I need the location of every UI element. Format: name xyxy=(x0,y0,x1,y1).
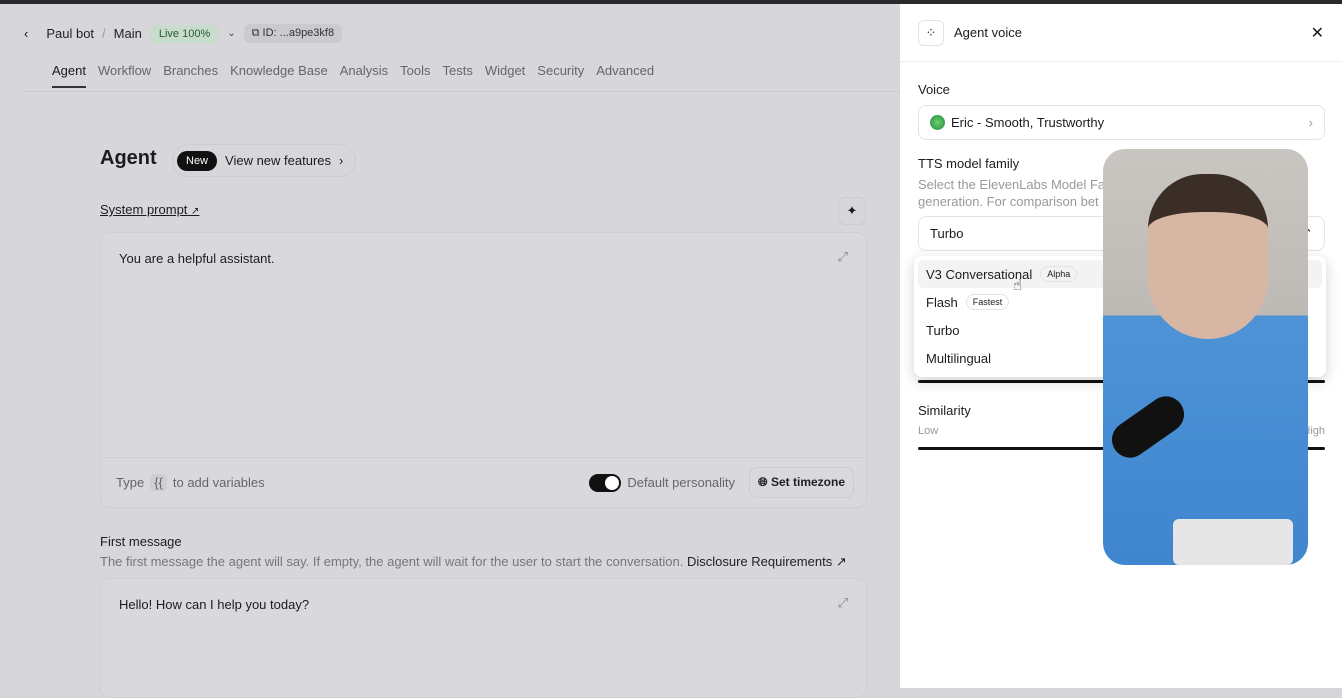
tab-branches[interactable]: Branches xyxy=(163,63,218,88)
breadcrumb-agent[interactable]: Paul bot xyxy=(46,26,94,41)
hint-prefix: Type xyxy=(116,475,145,490)
hand-cursor-icon: ☝︎ xyxy=(1013,277,1023,294)
description-text: The first message the agent will say. If… xyxy=(100,554,684,569)
tts-label: TTS model family xyxy=(918,156,1020,171)
system-prompt-text: System prompt xyxy=(100,202,188,217)
system-prompt-editor[interactable]: You are a helpful assistant. ⤢ Type {{ t… xyxy=(100,232,867,508)
tab-tests[interactable]: Tests xyxy=(442,63,472,88)
system-prompt-footer: Type {{ to add variables Default persona… xyxy=(101,457,866,507)
option-label: Turbo xyxy=(926,322,960,338)
webcam-overlay xyxy=(1103,149,1308,565)
first-message-label: First message xyxy=(100,534,182,549)
first-message-description: The first message the agent will say. If… xyxy=(100,554,847,570)
first-message-editor[interactable]: Hello! How can I help you today? ⤢ xyxy=(100,578,867,698)
globe-icon: 🌐︎ xyxy=(758,475,771,489)
option-label: Multilingual xyxy=(926,350,992,366)
set-timezone-label: Set timezone xyxy=(770,475,845,489)
chevron-right-icon: › xyxy=(339,153,344,168)
disclosure-link[interactable]: Disclosure Requirements ↗ xyxy=(687,554,847,569)
chevron-down-icon[interactable]: ⌄ xyxy=(227,28,235,39)
set-timezone-button[interactable]: 🌐︎ Set timezone xyxy=(749,467,854,498)
panel-header: ⁘ Agent voice ✕ xyxy=(900,4,1342,62)
tab-tools[interactable]: Tools xyxy=(400,63,430,88)
voice-label: Voice xyxy=(918,82,950,97)
expand-icon[interactable]: ⤢ xyxy=(838,595,848,611)
similarity-label: Similarity xyxy=(918,403,971,418)
grid-icon: ⁘ xyxy=(918,19,944,46)
live-badge: Live 100% xyxy=(149,24,220,43)
tts-description: Select the ElevenLabs Model Fa generation… xyxy=(918,176,1105,210)
new-badge: New xyxy=(177,150,218,171)
tab-analysis[interactable]: Analysis xyxy=(340,63,388,88)
similarity-low-label: Low xyxy=(918,425,939,437)
breadcrumb-separator: / xyxy=(102,26,106,41)
breadcrumb-branch[interactable]: Main xyxy=(114,26,142,41)
tab-knowledge-base[interactable]: Knowledge Base xyxy=(230,63,328,88)
view-new-features-button[interactable]: New View new features › xyxy=(172,144,357,177)
back-icon[interactable]: ‹ xyxy=(24,26,28,41)
tab-advanced[interactable]: Advanced xyxy=(596,63,654,88)
external-link-icon: ↗ xyxy=(191,206,200,217)
copy-id-chip[interactable]: ⧉ ID: ...a9pe3kf8 xyxy=(243,24,343,43)
default-personality-label: Default personality xyxy=(627,475,736,490)
new-features-label: View new features xyxy=(225,153,332,168)
system-prompt-value[interactable]: You are a helpful assistant. xyxy=(119,251,275,266)
hint-variable: {{ xyxy=(150,474,167,491)
first-message-value[interactable]: Hello! How can I help you today? xyxy=(119,597,309,612)
panel-title: Agent voice xyxy=(954,25,1022,40)
fastest-tag: Fastest xyxy=(965,294,1010,310)
id-text: ID: ...a9pe3kf8 xyxy=(262,27,335,39)
chevron-right-icon: › xyxy=(1308,115,1313,130)
voice-selector[interactable]: Eric - Smooth, Trustworthy › xyxy=(918,105,1325,140)
default-personality-toggle[interactable] xyxy=(589,473,622,492)
keyboard xyxy=(1173,519,1293,565)
tab-widget[interactable]: Widget xyxy=(485,63,525,88)
voice-value: Eric - Smooth, Trustworthy xyxy=(951,115,1105,130)
tts-desc-line1: Select the ElevenLabs Model Fa xyxy=(918,177,1106,192)
hint-suffix: to add variables xyxy=(172,475,265,490)
header: ‹ Paul bot / Main Live 100% ⌄ ⧉ ID: ...a… xyxy=(24,24,343,43)
voice-avatar-icon xyxy=(930,115,945,130)
disclosure-link-text: Disclosure Requirements xyxy=(686,554,833,569)
magic-wand-icon[interactable]: ✦ xyxy=(838,197,866,225)
tab-agent[interactable]: Agent xyxy=(52,63,86,88)
tab-bar: Agent Workflow Branches Knowledge Base A… xyxy=(52,63,654,88)
tab-workflow[interactable]: Workflow xyxy=(98,63,151,88)
tts-desc-line2: generation. For comparison bet xyxy=(918,194,1099,209)
tab-security[interactable]: Security xyxy=(537,63,584,88)
divider xyxy=(24,91,900,92)
close-icon[interactable]: ✕ xyxy=(1311,23,1324,43)
expand-icon[interactable]: ⤢ xyxy=(838,249,848,265)
presenter-video xyxy=(1148,174,1268,339)
option-label: Flash xyxy=(926,294,958,310)
page-title: Agent xyxy=(100,147,157,169)
tts-selected-value: Turbo xyxy=(930,226,964,241)
main-area: ‹ Paul bot / Main Live 100% ⌄ ⧉ ID: ...a… xyxy=(0,4,900,698)
copy-icon: ⧉ xyxy=(251,27,263,39)
microphone xyxy=(1104,389,1192,465)
alpha-tag: Alpha xyxy=(1040,266,1078,282)
system-prompt-label[interactable]: System prompt ↗ xyxy=(100,202,199,217)
